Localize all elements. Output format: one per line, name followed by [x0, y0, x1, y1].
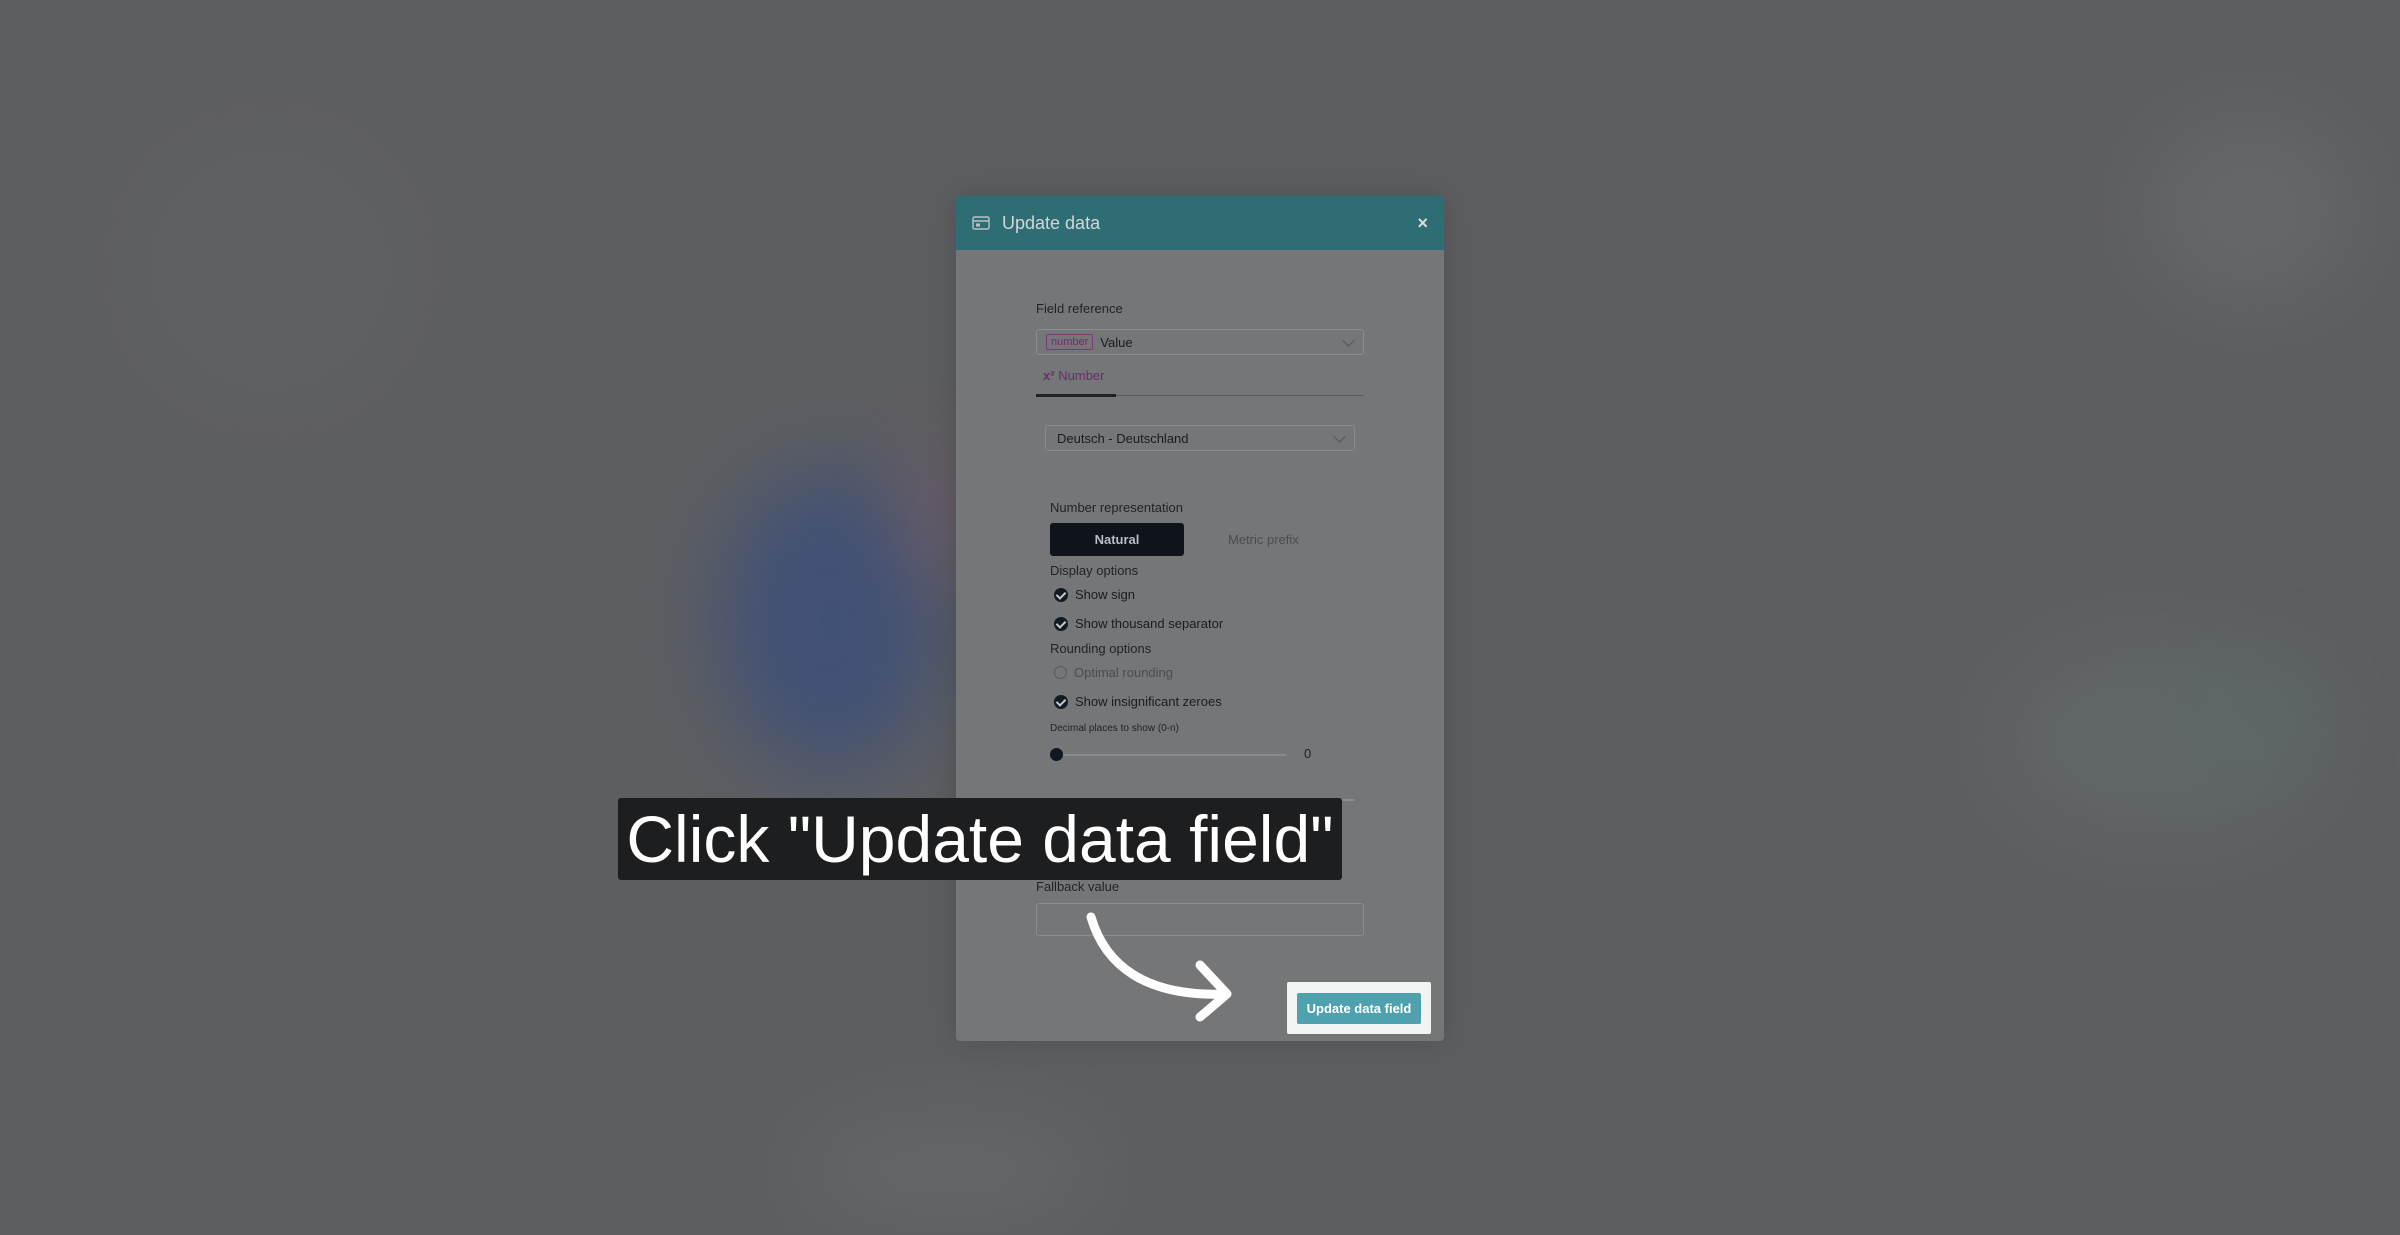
- modal-title: Update data: [1002, 212, 1101, 233]
- background-blur: [2180, 660, 2330, 770]
- decimal-places-label: Decimal places to show (0-n): [1050, 723, 1179, 734]
- type-tag: number: [1046, 334, 1094, 350]
- field-reference-label: Field reference: [1036, 301, 1123, 316]
- unchecked-circle-icon: [1054, 666, 1067, 679]
- checkmark-icon: [1054, 694, 1068, 709]
- curved-arrow-icon: [1086, 912, 1232, 1022]
- rounding-options-label: Rounding options: [1050, 641, 1152, 656]
- fallback-value-label: Fallback value: [1036, 879, 1120, 894]
- tutorial-caption: Click "Update data field": [618, 798, 1342, 880]
- modal-header: Update data ×: [956, 196, 1444, 250]
- locale-value: Deutsch - Deutschland: [1057, 430, 1189, 446]
- show-thousand-separator-checkbox[interactable]: Show thousand separator: [1054, 616, 1223, 631]
- checkmark-icon: [1054, 587, 1068, 602]
- background-blur: [120, 120, 420, 420]
- checkbox-label: Show sign: [1075, 587, 1135, 602]
- decimal-places-value: 0: [1304, 746, 1312, 761]
- checkbox-label: Show insignificant zeroes: [1075, 694, 1222, 709]
- chevron-down-icon: [1342, 334, 1355, 347]
- close-icon[interactable]: ×: [1417, 213, 1428, 234]
- background-blur: [2150, 120, 2350, 300]
- data-update-icon: [972, 216, 990, 230]
- tab-active-indicator: [1036, 394, 1116, 397]
- checkbox-label: Optimal rounding: [1074, 665, 1173, 680]
- metric-prefix-toggle[interactable]: Metric prefix: [1228, 532, 1299, 547]
- display-options-label: Display options: [1050, 563, 1139, 578]
- background-blur: [800, 1110, 1100, 1230]
- field-reference-value: Value: [1100, 334, 1133, 350]
- superscript-icon: x²: [1043, 368, 1055, 383]
- show-insignificant-zeroes-checkbox[interactable]: Show insignificant zeroes: [1054, 694, 1222, 709]
- locale-select[interactable]: Deutsch - Deutschland: [1045, 425, 1355, 451]
- chevron-down-icon: [1333, 430, 1346, 443]
- checkmark-icon: [1054, 616, 1068, 631]
- checkbox-label: Show thousand separator: [1075, 616, 1224, 631]
- field-reference-select[interactable]: number Value: [1036, 329, 1364, 355]
- tab-number[interactable]: x² Number: [1043, 368, 1104, 383]
- natural-toggle[interactable]: Natural: [1050, 523, 1184, 556]
- optimal-rounding-checkbox[interactable]: Optimal rounding: [1054, 665, 1173, 680]
- decimal-places-slider[interactable]: [1056, 754, 1286, 756]
- tab-label: Number: [1058, 368, 1105, 383]
- show-sign-checkbox[interactable]: Show sign: [1054, 587, 1135, 602]
- update-data-field-button[interactable]: Update data field: [1297, 993, 1421, 1024]
- slider-handle[interactable]: [1050, 748, 1063, 761]
- number-representation-label: Number representation: [1050, 500, 1183, 515]
